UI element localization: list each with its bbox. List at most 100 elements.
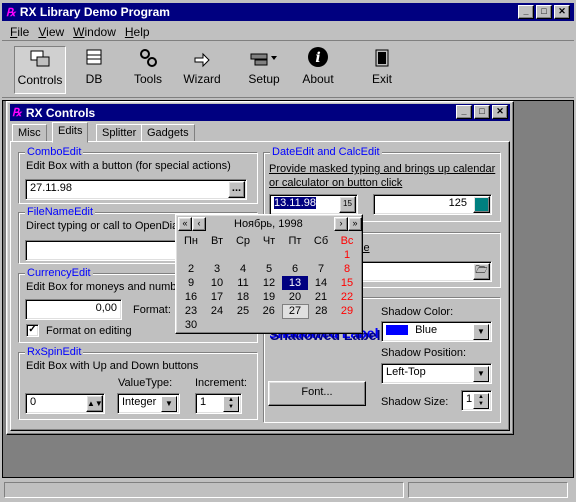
maximize-button[interactable]: □ [536, 5, 552, 19]
calendar-day[interactable]: 30 [178, 318, 204, 332]
shadow-size-label: Shadow Size: [381, 396, 449, 408]
calendar-day[interactable]: 22 [334, 290, 360, 304]
valuetype-select[interactable]: Integer ▼ [117, 393, 180, 414]
svg-text:i: i [315, 50, 320, 66]
toolbar-setup-button[interactable]: Setup [238, 46, 290, 94]
prev-month-button[interactable]: ‹ [192, 217, 206, 231]
filenameedit-input[interactable] [25, 240, 185, 261]
increment-label: Increment: [195, 377, 247, 389]
calendar-day[interactable]: 13 [282, 276, 308, 290]
tab-gadgets[interactable]: Gadgets [141, 124, 195, 142]
font-button[interactable]: Font... [268, 381, 366, 406]
spin-updown-icon[interactable]: ▲ ▼ [473, 393, 489, 409]
calendar-button[interactable]: 15 [339, 196, 356, 213]
shadow-color-select[interactable]: Blue ▼ [381, 321, 492, 342]
calendar-day[interactable]: 15 [334, 276, 360, 290]
dateedit-desc-line1: Provide masked typing and brings up cale… [269, 163, 496, 175]
calendar-day[interactable]: 17 [204, 290, 230, 304]
toolbar-controls-button[interactable]: Controls [14, 46, 66, 94]
rxspinedit-spin-button[interactable]: ▲▼ [86, 395, 103, 412]
calendar-day[interactable]: 8 [334, 262, 360, 276]
folder-open-icon[interactable]: 🗁 [473, 263, 490, 280]
calendar-day[interactable]: 7 [308, 262, 334, 276]
minimize-button[interactable]: _ [518, 5, 534, 19]
calendar-day[interactable]: 20 [282, 290, 308, 304]
close-button[interactable]: ✕ [554, 5, 570, 19]
toolbar-db-button[interactable]: DB [68, 46, 120, 94]
calendar-weekday: Чт [262, 235, 276, 247]
shadow-position-label: Shadow Position: [381, 347, 466, 359]
about-icon: i [292, 46, 344, 68]
calendar-day[interactable]: 12 [256, 276, 282, 290]
chevron-down-icon[interactable]: ▼ [473, 324, 489, 340]
calendar-day[interactable]: 14 [308, 276, 334, 290]
shadow-position-select[interactable]: Left-Top ▼ [381, 363, 492, 384]
calendar-empty-cell [204, 248, 230, 262]
comboedit-ellipsis-button[interactable]: ... [228, 181, 245, 198]
calendar-day[interactable]: 24 [204, 304, 230, 318]
child-close-button[interactable]: ✕ [492, 105, 508, 119]
increment-spin[interactable]: 1 ▲ ▼ [195, 393, 242, 414]
shadow-size-spin[interactable]: 1 ▲ ▼ [461, 390, 492, 411]
toolbar-tools-button[interactable]: Tools [122, 46, 174, 94]
calendar-day[interactable]: 18 [230, 290, 256, 304]
tab-splitter[interactable]: Splitter [96, 124, 143, 142]
comboedit-desc: Edit Box with a button (for special acti… [26, 160, 231, 172]
calculator-icon[interactable] [473, 196, 490, 213]
comboedit-input[interactable]: 27.11.98 [25, 179, 247, 200]
calendar-weekday: Вс [340, 235, 354, 247]
comboedit-value: 27.11.98 [30, 182, 73, 194]
tab-edits[interactable]: Edits [52, 122, 89, 143]
status-panel [408, 482, 568, 498]
tab-misc[interactable]: Misc [12, 124, 47, 142]
next-year-button[interactable]: » [348, 217, 362, 231]
tools-icon [122, 46, 174, 68]
toolbar-label: Controls [17, 73, 63, 87]
calendar-day[interactable]: 25 [230, 304, 256, 318]
child-titlebar: ℞ RX Controls _ □ ✕ [10, 104, 510, 121]
format-on-editing-checkbox[interactable]: ✓ [26, 324, 39, 337]
calendar-day[interactable]: 9 [178, 276, 204, 290]
calendar-day[interactable]: 3 [204, 262, 230, 276]
chevron-down-icon[interactable]: ▼ [473, 366, 489, 382]
prev-year-button[interactable]: « [178, 217, 192, 231]
menu-view[interactable]: View [38, 25, 64, 39]
calendar-day[interactable]: 16 [178, 290, 204, 304]
main-titlebar: ℞ RX Library Demo Program _ □ ✕ [2, 3, 574, 21]
calendar-day[interactable]: 2 [178, 262, 204, 276]
calcedit-value: 125 [448, 197, 467, 209]
menu-help[interactable]: Help [125, 25, 150, 39]
calendar-day[interactable]: 1 [334, 248, 360, 262]
dateedit-value: 13.11.98 [274, 197, 317, 209]
menu-window[interactable]: Window [73, 25, 116, 39]
chevron-down-icon[interactable]: ▼ [161, 396, 177, 412]
calendar-weekday: Вт [210, 235, 223, 247]
group-title: RxSpinEdit [25, 346, 84, 358]
calendar-day[interactable]: 27 [281, 303, 309, 319]
spin-updown-icon[interactable]: ▲ ▼ [223, 396, 239, 412]
calendar-day[interactable]: 5 [256, 262, 282, 276]
calendar-day[interactable]: 28 [308, 304, 334, 318]
directoryedit-input[interactable] [348, 261, 492, 282]
toolbar-about-button[interactable]: i About [292, 46, 344, 94]
controls-icon [15, 47, 65, 69]
calendar-day[interactable]: 26 [256, 304, 282, 318]
currency-format-label: Format: [133, 304, 171, 316]
menu-file[interactable]: File [10, 25, 29, 39]
calendar-day[interactable]: 6 [282, 262, 308, 276]
toolbar-exit-button[interactable]: Exit [356, 46, 408, 94]
calendar-day[interactable]: 23 [178, 304, 204, 318]
calendar-day[interactable]: 21 [308, 290, 334, 304]
calendar-day[interactable]: 4 [230, 262, 256, 276]
calendar-day[interactable]: 19 [256, 290, 282, 304]
child-minimize-button[interactable]: _ [456, 105, 472, 119]
status-panel [4, 482, 404, 498]
calendar-day[interactable]: 11 [230, 276, 256, 290]
next-month-button[interactable]: › [334, 217, 348, 231]
calendar-day[interactable]: 29 [334, 304, 360, 318]
child-title: RX Controls [25, 105, 96, 120]
calendar-day[interactable]: 10 [204, 276, 230, 290]
child-maximize-button[interactable]: □ [474, 105, 490, 119]
toolbar-wizard-button[interactable]: Wizard [176, 46, 228, 94]
currencyedit-input[interactable]: 0,00 [25, 299, 122, 320]
